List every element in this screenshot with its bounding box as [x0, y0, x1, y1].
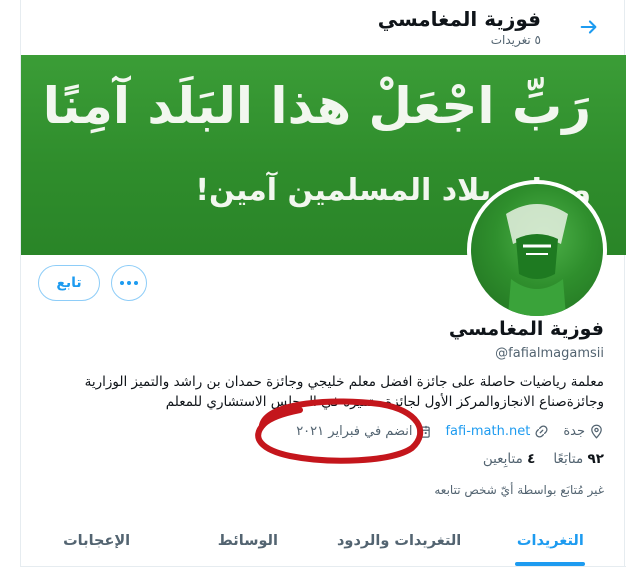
joined-item: انضم في فبراير ٢٠٢١	[296, 424, 431, 439]
tab-media[interactable]: الوسائط	[172, 516, 323, 566]
followers-you-know-note: غير مُتابَع بواسطة أيّ شخص تتابعه	[434, 483, 604, 497]
follow-button[interactable]: تابع	[38, 265, 100, 301]
location-item: جدة	[563, 424, 604, 439]
header-title: فوزية المغامسي	[377, 7, 541, 31]
profile-name: فوزية المغامسي	[448, 318, 604, 340]
link-icon	[535, 424, 548, 438]
arrow-right-icon	[580, 20, 597, 34]
joined-date: انضم في فبراير ٢٠٢١	[296, 423, 413, 439]
profile-header: فوزية المغامسي ٥ تغريدات	[21, 0, 626, 55]
following-count: ٩٢	[587, 451, 604, 467]
profile-meta: جدة fafi-math.net انضم في فبراير ٢٠٢١	[282, 421, 604, 441]
following-label: متابَعًا	[553, 451, 584, 467]
profile-page: فوزية المغامسي ٥ تغريدات رَبِّ اجْعَلْ ه…	[20, 0, 626, 567]
profile-tabs: التغريدات التغريدات والردود الوسائط الإع…	[21, 516, 626, 567]
tab-tweets-and-replies[interactable]: التغريدات والردود	[324, 516, 475, 566]
back-button[interactable]	[576, 14, 602, 40]
location-text: جدة	[563, 423, 585, 439]
clasped-hands-flag-icon	[506, 204, 568, 316]
tab-likes[interactable]: الإعجابات	[21, 516, 172, 566]
profile-stats: ٩٢ متابَعًا ٤ متابِعين	[465, 451, 604, 467]
tweet-count: ٥ تغريدات	[490, 33, 541, 47]
followers-count: ٤	[527, 451, 536, 467]
banner-text-line1: رَبِّ اجْعَلْ هذا البَلَد آمِنًا	[42, 77, 591, 135]
followers-stat[interactable]: ٤ متابِعين	[483, 451, 536, 467]
followers-label: متابِعين	[482, 451, 523, 467]
profile-bio: معلمة رياضيات حاصلة على جائزة افضل معلم …	[84, 374, 604, 410]
avatar[interactable]	[467, 180, 607, 320]
following-stat[interactable]: ٩٢ متابَعًا	[553, 451, 604, 467]
calendar-icon	[417, 425, 431, 438]
location-pin-icon	[591, 424, 602, 439]
tab-tweets[interactable]: التغريدات	[475, 516, 626, 566]
more-dots-icon	[120, 281, 138, 285]
website-item[interactable]: fafi-math.net	[445, 424, 549, 439]
profile-handle: @fafialmagamsii	[495, 346, 604, 361]
website-link[interactable]: fafi-math.net	[445, 424, 530, 439]
more-options-button[interactable]	[111, 265, 147, 301]
